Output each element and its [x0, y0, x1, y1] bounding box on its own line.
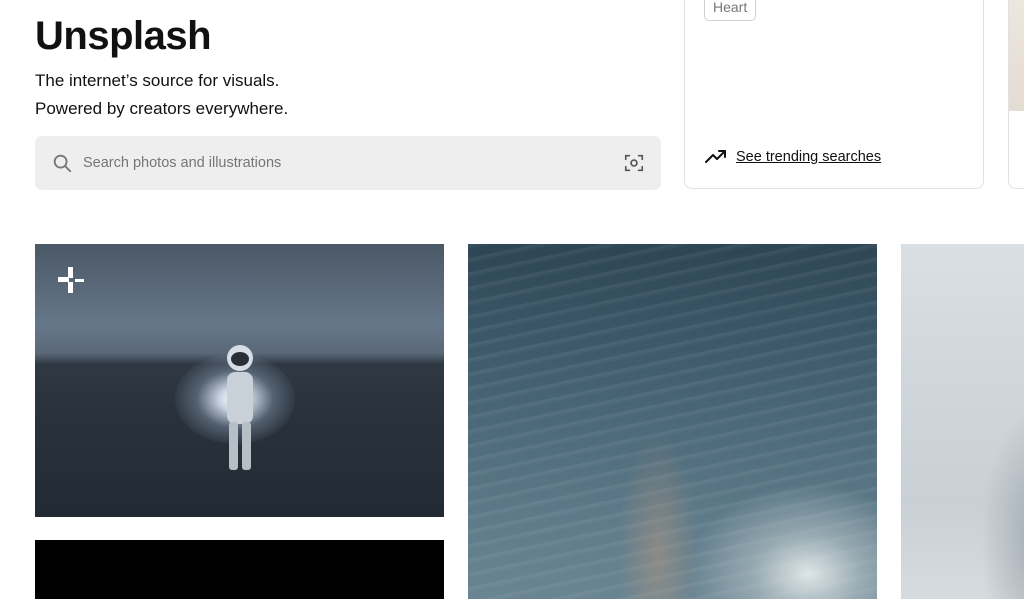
search-bar[interactable] [35, 136, 661, 190]
search-icon[interactable] [51, 152, 73, 174]
search-input[interactable] [83, 136, 603, 190]
astronaut-figure [227, 345, 253, 470]
hero-tagline: The internet’s source for visuals. Power… [35, 67, 288, 122]
page-title: Unsplash [35, 14, 212, 58]
unsplash-plus-icon [58, 267, 84, 293]
tag-chip-heart[interactable]: Heart [704, 0, 757, 21]
collection-card-image [1009, 0, 1024, 111]
photo-fog[interactable] [901, 244, 1024, 599]
photo-black[interactable] [35, 540, 444, 599]
tagline-line-2: Powered by creators everywhere. [35, 98, 289, 118]
page: Unsplash The internet’s source for visua… [0, 0, 1024, 599]
tagline-line-1: The internet’s source for visuals. [35, 71, 280, 90]
see-trending-label[interactable]: See trending searches [736, 149, 881, 165]
photo-astronaut[interactable] [35, 244, 444, 517]
trending-card: Heart See trending searches [684, 0, 984, 189]
collection-card[interactable] [1008, 0, 1024, 189]
visual-search-icon[interactable] [623, 152, 645, 174]
see-trending-link[interactable]: See trending searches [705, 149, 881, 165]
trending-up-icon [705, 150, 726, 163]
photo-ocean[interactable] [468, 244, 877, 599]
